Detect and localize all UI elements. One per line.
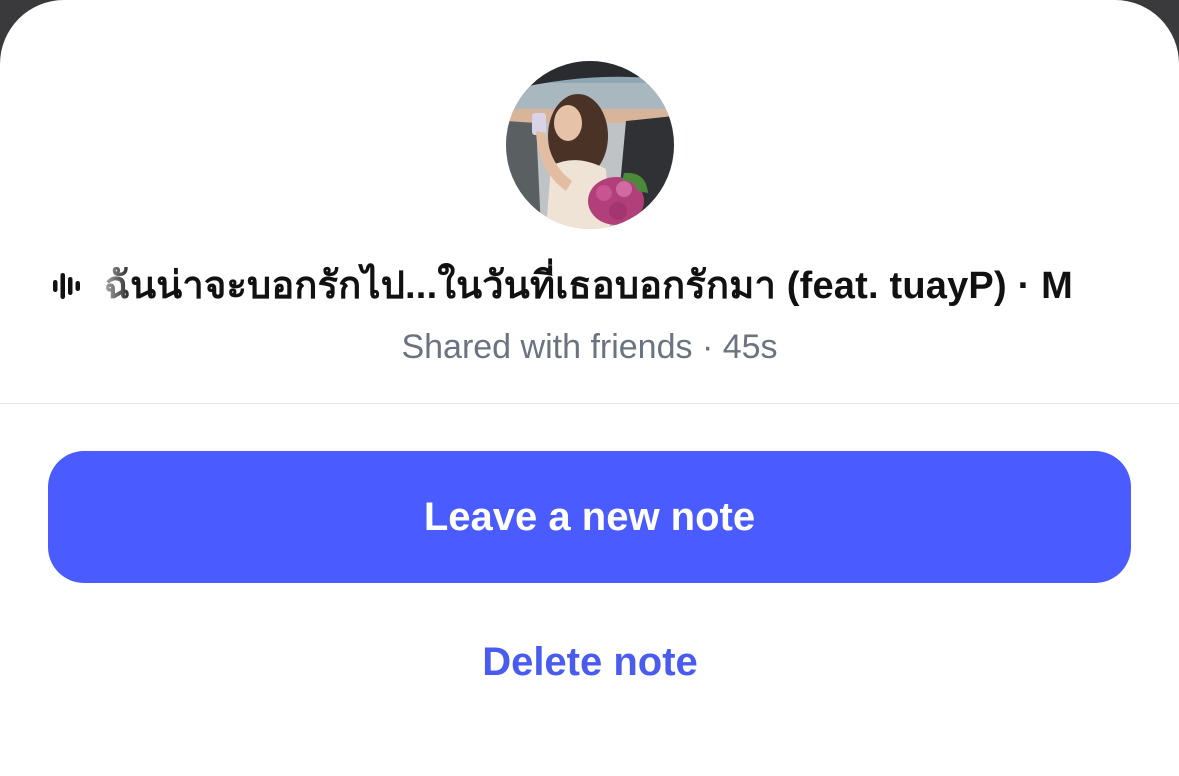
song-row[interactable]: ฉันน่าจะบอกรักไป...ในวันที่เธอบอกรักมา (… bbox=[52, 258, 1127, 314]
leave-new-note-button[interactable]: Leave a new note bbox=[48, 451, 1131, 583]
song-title: ฉันน่าจะบอกรักไป...ในวันที่เธอบอกรักมา (… bbox=[104, 265, 1074, 307]
audio-wave-icon bbox=[53, 273, 80, 299]
profile-photo bbox=[506, 61, 674, 229]
avatar[interactable] bbox=[506, 61, 674, 229]
song-title-marquee: ฉันน่าจะบอกรักไป...ในวันที่เธอบอกรักมา (… bbox=[104, 258, 1127, 314]
delete-note-button[interactable]: Delete note bbox=[390, 620, 790, 704]
divider bbox=[0, 403, 1179, 404]
note-bottom-sheet: ฉันน่าจะบอกรักไป...ในวันที่เธอบอกรักมา (… bbox=[0, 0, 1179, 776]
shared-status: Shared with friends · 45s bbox=[401, 328, 778, 366]
